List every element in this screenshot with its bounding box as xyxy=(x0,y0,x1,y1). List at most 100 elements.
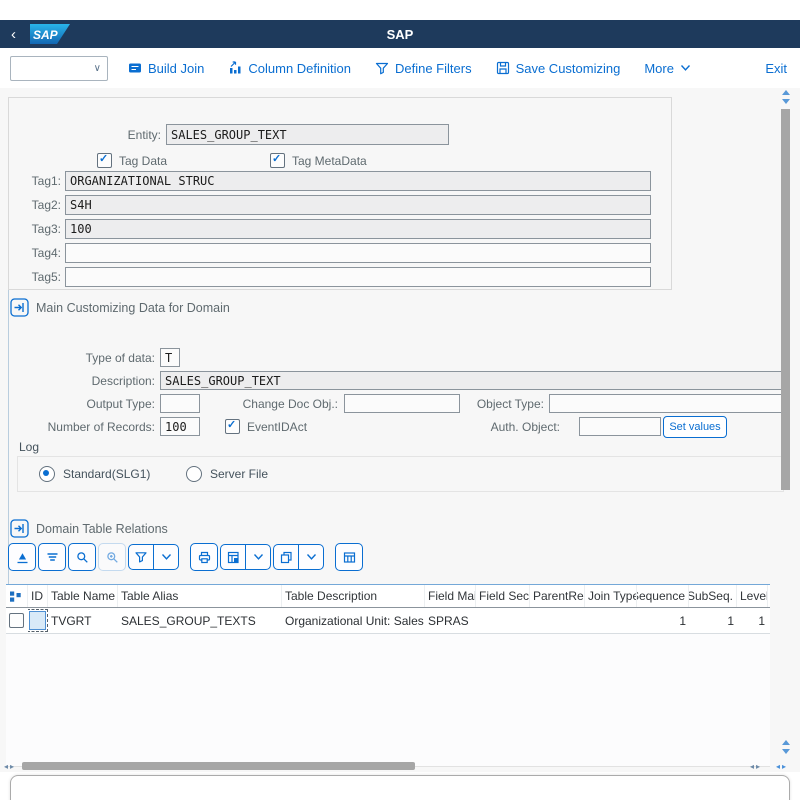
cell-parentrel[interactable] xyxy=(530,608,585,633)
log-server-file-option[interactable]: Server File xyxy=(186,466,268,482)
column-header-table-name[interactable]: Table Name xyxy=(48,585,118,607)
copy-dropdown-button[interactable] xyxy=(298,545,323,569)
set-values-button[interactable]: Set values xyxy=(663,416,727,438)
column-header-table-alias[interactable]: Table Alias xyxy=(118,585,282,607)
cell-join-type[interactable] xyxy=(585,608,637,633)
tag-metadata-checkbox[interactable] xyxy=(270,152,285,168)
column-header-subseq[interactable]: SubSeq. xyxy=(689,585,737,607)
cell-field-sec[interactable] xyxy=(476,608,530,633)
scroll-left-right-arrows-icon[interactable]: ◂▸ xyxy=(750,762,762,771)
cell-sequence[interactable]: 1 xyxy=(637,608,689,633)
column-definition-button[interactable]: Column Definition xyxy=(228,61,351,76)
column-header-join-type[interactable]: Join Type xyxy=(585,585,637,607)
column-header-id[interactable]: ID xyxy=(28,585,48,607)
filter-button[interactable] xyxy=(129,545,153,569)
object-type-input[interactable] xyxy=(549,394,786,413)
search-next-icon xyxy=(105,550,120,565)
description-input[interactable]: SALES_GROUP_TEXT xyxy=(160,371,786,390)
tag5-input[interactable] xyxy=(65,267,651,287)
number-of-records-input[interactable]: 100 xyxy=(160,417,200,436)
chevron-down-icon: ∨ xyxy=(93,63,101,74)
build-join-button[interactable]: Build Join xyxy=(128,61,204,76)
cell-table-description[interactable]: Organizational Unit: Sales ... xyxy=(282,608,425,633)
table-row[interactable]: TVGRT SALES_GROUP_TEXTS Organizational U… xyxy=(6,608,770,634)
type-of-data-input[interactable]: T xyxy=(160,348,180,367)
filter-icon xyxy=(375,61,389,75)
collapse-section-icon[interactable] xyxy=(10,298,29,317)
column-header-field-main[interactable]: Field Main xyxy=(425,585,476,607)
filter-dropdown-chevron-icon xyxy=(161,553,172,561)
column-header-table-description[interactable]: Table Description xyxy=(282,585,425,607)
tag1-label: Tag1: xyxy=(31,174,61,188)
export-button[interactable] xyxy=(221,545,245,569)
copy-dropdown-chevron-icon xyxy=(306,553,317,561)
output-type-input[interactable] xyxy=(160,394,200,413)
sort-descending-icon xyxy=(45,550,60,565)
entity-input[interactable]: SALES_GROUP_TEXT xyxy=(166,124,449,145)
column-header-sequence[interactable]: Sequence xyxy=(637,585,689,607)
radio-server-file[interactable] xyxy=(186,466,202,482)
id-cell-focused[interactable] xyxy=(28,609,48,632)
scroll-left-right-arrows-icon[interactable]: ◂▸ xyxy=(776,762,788,771)
column-header-field-sec[interactable]: Field Sec. xyxy=(476,585,530,607)
horizontal-scrollbar[interactable]: ◂▸ ◂▸ ◂▸ xyxy=(0,761,800,771)
eventidact-checkbox[interactable] xyxy=(225,418,240,434)
cell-subseq[interactable]: 1 xyxy=(689,608,737,633)
auth-object-label: Auth. Object: xyxy=(490,420,560,434)
cell-table-name[interactable]: TVGRT xyxy=(48,608,118,633)
shellbar: ‹ SAP SAP xyxy=(0,20,800,48)
output-type-label: Output Type: xyxy=(86,397,156,411)
tag3-input[interactable]: 100 xyxy=(65,219,651,239)
scroll-down-arrow-icon[interactable] xyxy=(782,99,790,104)
cell-level[interactable]: 1 xyxy=(737,608,768,633)
horizontal-scroll-thumb[interactable] xyxy=(22,762,415,770)
table-header-row: ID Table Name Table Alias Table Descript… xyxy=(6,585,770,608)
define-filters-button[interactable]: Define Filters xyxy=(375,61,472,76)
exit-button[interactable]: Exit xyxy=(765,61,787,76)
column-header-level[interactable]: Level xyxy=(737,585,768,607)
change-doc-obj-input[interactable] xyxy=(344,394,460,413)
table-empty-area xyxy=(6,634,770,767)
tag2-input[interactable]: S4H xyxy=(65,195,651,215)
search-next-button[interactable] xyxy=(98,543,126,571)
log-standard-option[interactable]: Standard(SLG1) xyxy=(39,466,150,482)
cell-table-alias[interactable]: SALES_GROUP_TEXTS xyxy=(118,608,282,633)
copy-icon xyxy=(279,550,294,565)
tag-data-row: Tag Data xyxy=(97,152,167,168)
tag1-input[interactable]: ORGANIZATIONAL STRUC xyxy=(65,171,651,191)
print-button[interactable] xyxy=(190,543,218,571)
scroll-down-arrow-icon[interactable] xyxy=(782,749,790,754)
select-all-cell[interactable] xyxy=(6,585,28,607)
relations-section-header: Domain Table Relations xyxy=(10,519,168,538)
collapse-section-icon[interactable] xyxy=(10,519,29,538)
tag4-input[interactable] xyxy=(65,243,651,263)
cell-field-main[interactable]: SPRAS xyxy=(425,608,476,633)
eventid-row: EventIDAct xyxy=(225,418,307,434)
tag-data-checkbox[interactable] xyxy=(97,152,112,168)
filter-dropdown-button[interactable] xyxy=(153,545,178,569)
search-button[interactable] xyxy=(68,543,96,571)
vertical-scrollbar[interactable] xyxy=(781,88,791,760)
layout-combobox[interactable]: ∨ xyxy=(10,56,108,81)
filter-icon xyxy=(134,550,148,564)
column-header-parentrel[interactable]: ParentRel xyxy=(530,585,585,607)
table-settings-button[interactable] xyxy=(335,543,363,571)
sort-descending-button[interactable] xyxy=(38,543,66,571)
export-icon xyxy=(226,550,241,565)
auth-object-input[interactable] xyxy=(579,417,661,436)
export-dropdown-chevron-icon xyxy=(253,553,264,561)
copy-split-button xyxy=(273,544,324,570)
save-customizing-button[interactable]: Save Customizing xyxy=(496,61,620,76)
sort-ascending-button[interactable] xyxy=(8,543,36,571)
scroll-up-arrow-icon[interactable] xyxy=(782,90,790,95)
scroll-left-right-arrows-icon[interactable]: ◂▸ xyxy=(4,762,16,771)
copy-button[interactable] xyxy=(274,545,298,569)
radio-standard-slg1[interactable] xyxy=(39,466,55,482)
sap-window: ‹ SAP SAP ∨ Build Join Column Definition… xyxy=(0,0,800,800)
vertical-scroll-thumb[interactable] xyxy=(781,109,790,490)
more-button[interactable]: More xyxy=(644,61,691,76)
scroll-up-arrow-icon[interactable] xyxy=(782,740,790,745)
print-icon xyxy=(197,550,212,565)
export-dropdown-button[interactable] xyxy=(245,545,270,569)
row-select-checkbox[interactable] xyxy=(9,613,24,628)
